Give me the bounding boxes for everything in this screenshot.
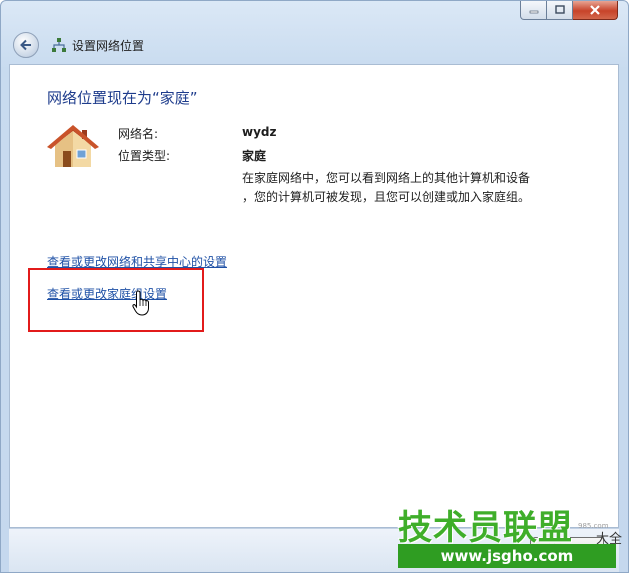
maximize-button[interactable] xyxy=(547,1,573,20)
watermark-url: www.jsgho.com xyxy=(398,544,616,568)
description-text: 在家庭网络中，您可以看到网络上的其他计算机和设备 ，您的计算机可被发现，且您可以… xyxy=(242,169,572,207)
network-name-label: 网络名: xyxy=(118,127,159,141)
navigation-bar: 设置网络位置 xyxy=(9,28,620,62)
minimize-icon xyxy=(529,10,538,14)
home-network-icon xyxy=(47,125,99,167)
description-line-2: ，您的计算机可被发现，且您可以创建或加入家庭组。 xyxy=(242,190,531,204)
network-icon xyxy=(52,38,66,52)
watermark: 技术员联盟 985.com 大全 www.jsgho.com xyxy=(398,500,628,572)
network-name-value: wydz xyxy=(242,125,277,139)
description-line-1: 在家庭网络中，您可以看到网络上的其他计算机和设备 xyxy=(242,171,531,185)
back-arrow-icon xyxy=(20,39,31,51)
page-title: 网络位置现在为“家庭” xyxy=(47,89,198,107)
close-icon xyxy=(590,5,600,15)
watermark-title: 技术员联盟 xyxy=(398,508,573,548)
nav-title: 设置网络位置 xyxy=(72,38,145,53)
close-button[interactable] xyxy=(573,1,618,20)
minimize-button[interactable] xyxy=(520,1,547,20)
caption-buttons xyxy=(520,1,618,21)
back-button[interactable] xyxy=(13,32,39,58)
location-type-label: 位置类型: xyxy=(118,149,171,163)
hand-cursor-icon xyxy=(132,290,149,316)
highlight-box xyxy=(28,268,204,332)
maximize-icon xyxy=(554,5,565,14)
location-type-value: 家庭 xyxy=(242,149,267,163)
